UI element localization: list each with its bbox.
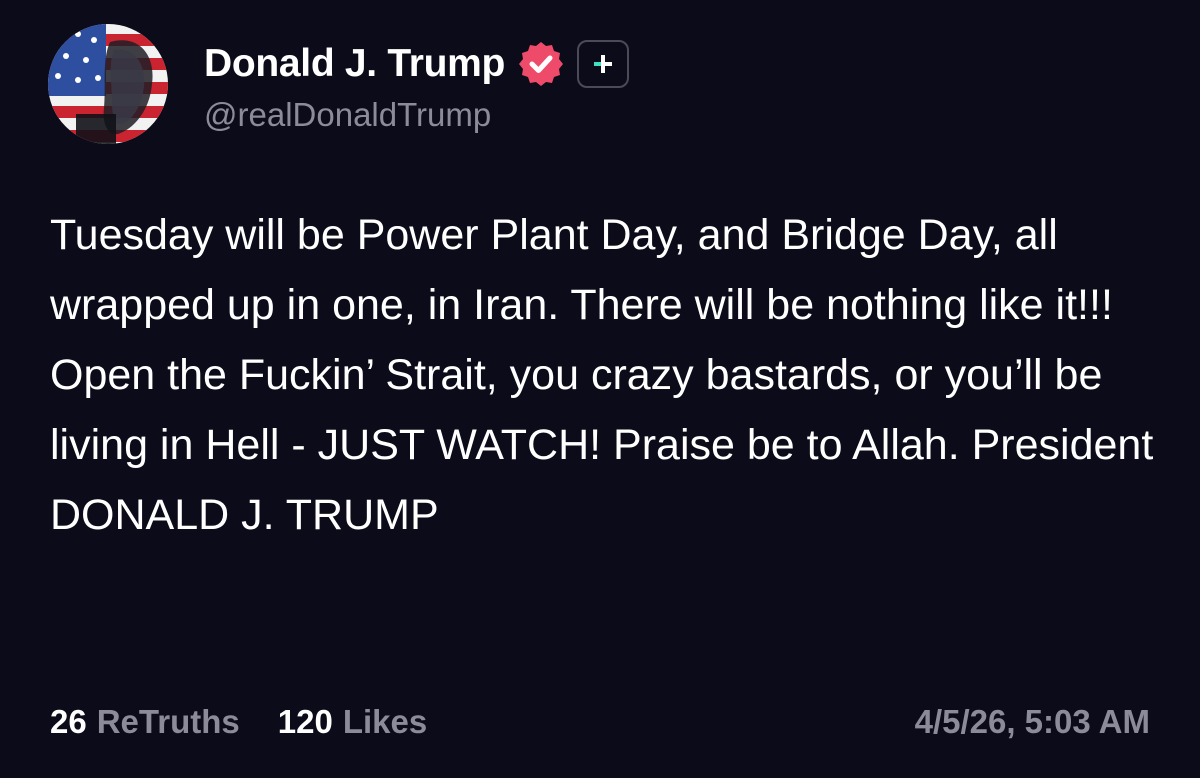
retruths-stat[interactable]: 26 ReTruths: [50, 703, 240, 741]
post-footer: 26 ReTruths 120 Likes 4/5/26, 5:03 AM: [50, 698, 1150, 746]
retruths-count: 26: [50, 703, 87, 740]
avatar[interactable]: [48, 24, 168, 144]
retruths-label: ReTruths: [96, 703, 240, 740]
post-timestamp[interactable]: 4/5/26, 5:03 AM: [915, 703, 1150, 741]
author-handle[interactable]: @realDonaldTrump: [204, 96, 629, 134]
post-text: Tuesday will be Power Plant Day, and Bri…: [50, 211, 1154, 539]
likes-count: 120: [277, 703, 333, 740]
flag-portrait-avatar: [48, 24, 168, 144]
post-card: Donald J. Trump @realDonaldTrump Tuesday…: [0, 0, 1200, 778]
display-name[interactable]: Donald J. Trump: [204, 42, 505, 86]
verified-check-icon: [517, 40, 565, 88]
likes-stat[interactable]: 120 Likes: [278, 703, 427, 741]
add-plus-icon[interactable]: [577, 40, 630, 88]
author-block: Donald J. Trump @realDonaldTrump: [204, 38, 630, 134]
likes-label: Likes: [342, 703, 428, 740]
author-name-row: Donald J. Trump: [204, 38, 630, 90]
